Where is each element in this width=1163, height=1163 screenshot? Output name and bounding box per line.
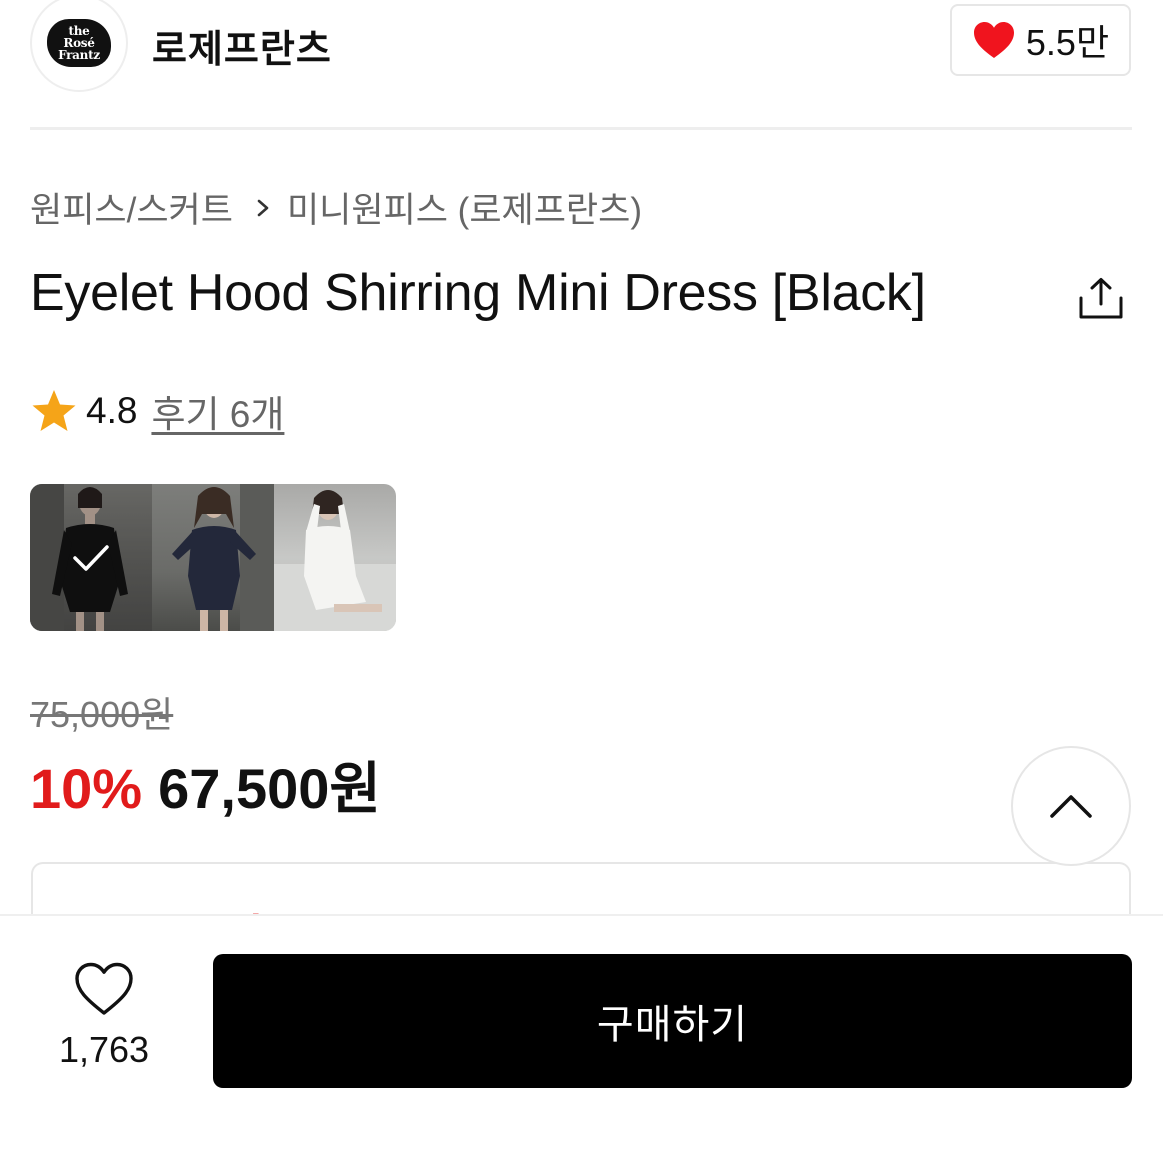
- chevron-right-icon: [257, 199, 269, 216]
- sale-price: 67,500원: [158, 757, 381, 820]
- color-thumbnails: [30, 484, 396, 631]
- breadcrumb: 원피스/스커트 미니원피스 (로제프란츠): [30, 182, 642, 233]
- check-icon: [73, 544, 109, 571]
- wishlist-count: 1,763: [58, 1029, 150, 1070]
- brand-logo-mark: the Rosé Frantz: [47, 19, 111, 67]
- white-dress-photo: [274, 490, 396, 631]
- star-icon: [32, 390, 76, 431]
- header-divider: [30, 127, 1132, 130]
- discount-rate: 10%: [30, 757, 143, 820]
- brand-like-count: 5.5만: [1025, 22, 1110, 63]
- thumbnail-navy-dress[interactable]: [152, 484, 274, 631]
- heart-outline-icon: [75, 962, 133, 1015]
- brand-logo[interactable]: the Rosé Frantz: [30, 0, 128, 92]
- breadcrumb-category[interactable]: 원피스/스커트: [30, 182, 233, 233]
- heart-icon: [973, 22, 1014, 58]
- wishlist-button[interactable]: 1,763: [52, 961, 156, 1071]
- store-header: the Rosé Frantz 로제프란츠 5.5만: [0, 0, 1163, 130]
- scroll-to-top-button[interactable]: [1011, 746, 1131, 866]
- bottom-action-bar: 1,763 구매하기: [0, 914, 1163, 1163]
- chevron-up-icon: [1050, 795, 1092, 818]
- brand-logo-line-3: Frantz: [58, 48, 100, 62]
- rating-row: 4.8 후기 6개: [30, 384, 284, 438]
- rating-score: 4.8: [86, 390, 138, 431]
- thumbnail-white-dress[interactable]: [274, 484, 396, 631]
- breadcrumb-subcategory[interactable]: 미니원피스 (로제프란츠): [287, 182, 642, 233]
- thumbnail-black-dress[interactable]: [30, 484, 152, 631]
- brand-name[interactable]: 로제프란츠: [152, 18, 332, 73]
- original-price: 75,000원: [30, 694, 174, 735]
- navy-dress-photo: [172, 484, 274, 631]
- review-link[interactable]: 후기 6개: [151, 384, 284, 438]
- selected-overlay: [30, 484, 152, 631]
- price-row: 10% 67,500원: [30, 744, 381, 825]
- brand-like-button[interactable]: 5.5만: [950, 4, 1131, 76]
- buy-button[interactable]: 구매하기: [213, 954, 1132, 1088]
- product-title: Eyelet Hood Shirring Mini Dress [Black]: [30, 264, 926, 322]
- share-icon[interactable]: [1078, 276, 1124, 320]
